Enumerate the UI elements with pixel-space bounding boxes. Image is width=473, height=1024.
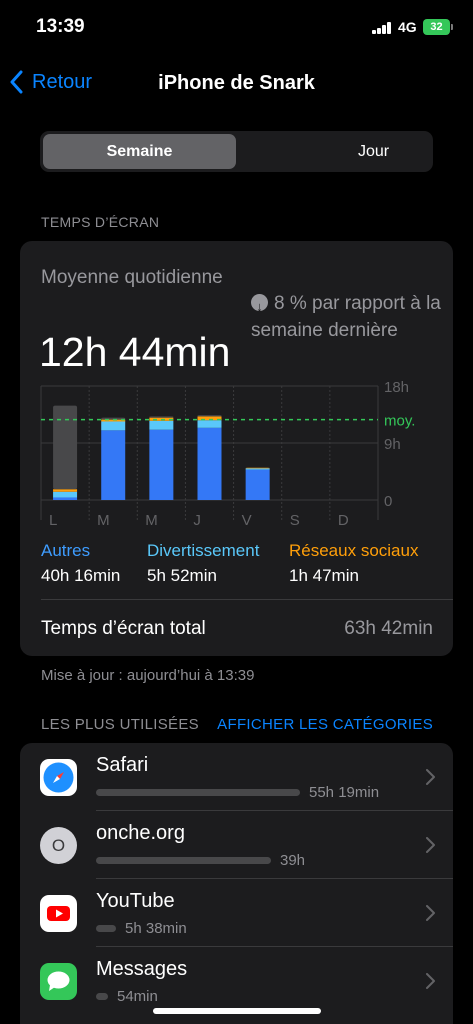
x-tick-label: J [193, 512, 201, 529]
app-name: YouTube [96, 890, 175, 912]
bar-segment [53, 497, 78, 500]
status-time: 13:39 [36, 16, 85, 37]
chevron-right-icon [426, 973, 435, 989]
y-tick-label: 9h [384, 436, 401, 453]
chevron-right-icon [426, 905, 435, 921]
segment-day[interactable]: Jour [277, 134, 470, 169]
bar-segment [149, 429, 174, 500]
updated-text: Mise à jour : aujourd’hui à 13:39 [41, 667, 255, 684]
most-used-list: Safari 55h 19min O onche.org 39h YouTube… [20, 743, 453, 1024]
nav-bar: Retour iPhone de Snark [0, 60, 473, 106]
usage-bar [96, 857, 271, 864]
section-header-screen-time: TEMPS D’ÉCRAN [41, 214, 160, 230]
average-label: moy. [384, 413, 415, 430]
category-label-entertainment: Divertissement [147, 541, 260, 560]
chevron-right-icon [426, 769, 435, 785]
usage-text: 5h 38min [125, 920, 187, 937]
onche-icon: O [40, 827, 77, 864]
safari-icon [40, 759, 77, 796]
usage-chart[interactable]: 18h 9h 0 L M M J V S Dmoy. [20, 241, 453, 541]
bar-segment [245, 467, 270, 469]
network-label: 4G [398, 19, 417, 35]
total-value: 63h 42min [344, 618, 433, 639]
bar-segment [53, 405, 78, 490]
usage-text: 54min [117, 988, 158, 1005]
app-name: Safari [96, 754, 149, 776]
bar-segment [53, 491, 78, 498]
battery-icon: 32 [423, 19, 453, 35]
status-bar: 13:39 4G 32 [0, 0, 473, 50]
x-tick-label: V [242, 512, 252, 529]
usage-bar [96, 925, 116, 932]
period-segmented-control: Semaine Jour [40, 131, 433, 172]
section-header-most-used: LES PLUS UTILISÉES [41, 716, 199, 733]
chevron-right-icon [426, 837, 435, 853]
page-title: iPhone de Snark [158, 72, 315, 94]
app-row-onche[interactable]: O onche.org 39h [20, 811, 453, 879]
category-label-others: Autres [41, 541, 91, 560]
category-value-social: 1h 47min [289, 566, 359, 585]
bar-segment [197, 427, 222, 500]
youtube-icon [40, 895, 77, 932]
usage-bar [96, 993, 108, 1000]
app-row-safari[interactable]: Safari 55h 19min [20, 743, 453, 811]
category-value-entertainment: 5h 52min [147, 566, 217, 585]
y-tick-label: 0 [384, 493, 392, 510]
signal-icon [372, 22, 392, 34]
app-name: Messages [96, 958, 188, 980]
bar-segment [197, 420, 222, 428]
total-label: Temps d’écran total [41, 618, 206, 639]
app-row-youtube[interactable]: YouTube 5h 38min [20, 879, 453, 947]
bar-segment [245, 469, 270, 500]
segment-week[interactable]: Semaine [43, 134, 236, 169]
x-tick-label: L [49, 512, 57, 529]
screen-time-card: Moyenne quotidienne 8 % par rapport à la… [20, 241, 453, 656]
category-value-others: 40h 16min [41, 566, 121, 585]
show-categories-link[interactable]: AFFICHER LES CATÉGORIES [217, 716, 433, 733]
divider [41, 599, 453, 600]
bar-segment [197, 415, 222, 417]
x-tick-label: M [97, 512, 110, 529]
usage-text: 39h [280, 852, 306, 869]
x-tick-label: D [338, 512, 349, 529]
y-tick-label: 18h [384, 379, 409, 396]
bar-segment [149, 420, 174, 430]
bar-segment [53, 489, 78, 492]
home-indicator[interactable] [153, 1008, 321, 1014]
usage-chart-svg: 18h 9h 0 L M M J V S Dmoy. [40, 379, 415, 529]
bar-segment [149, 416, 174, 418]
usage-bar [96, 789, 300, 796]
app-name: onche.org [96, 822, 185, 844]
x-tick-label: S [290, 512, 300, 529]
app-row-messages[interactable]: Messages 54min [20, 947, 453, 1015]
bar-segment [101, 421, 126, 431]
bar-segment [245, 468, 270, 470]
messages-icon [40, 963, 77, 1000]
usage-text: 55h 19min [309, 784, 380, 801]
bar-segment [101, 430, 126, 500]
category-label-social: Réseaux sociaux [289, 541, 419, 560]
x-tick-label: M [145, 512, 158, 529]
